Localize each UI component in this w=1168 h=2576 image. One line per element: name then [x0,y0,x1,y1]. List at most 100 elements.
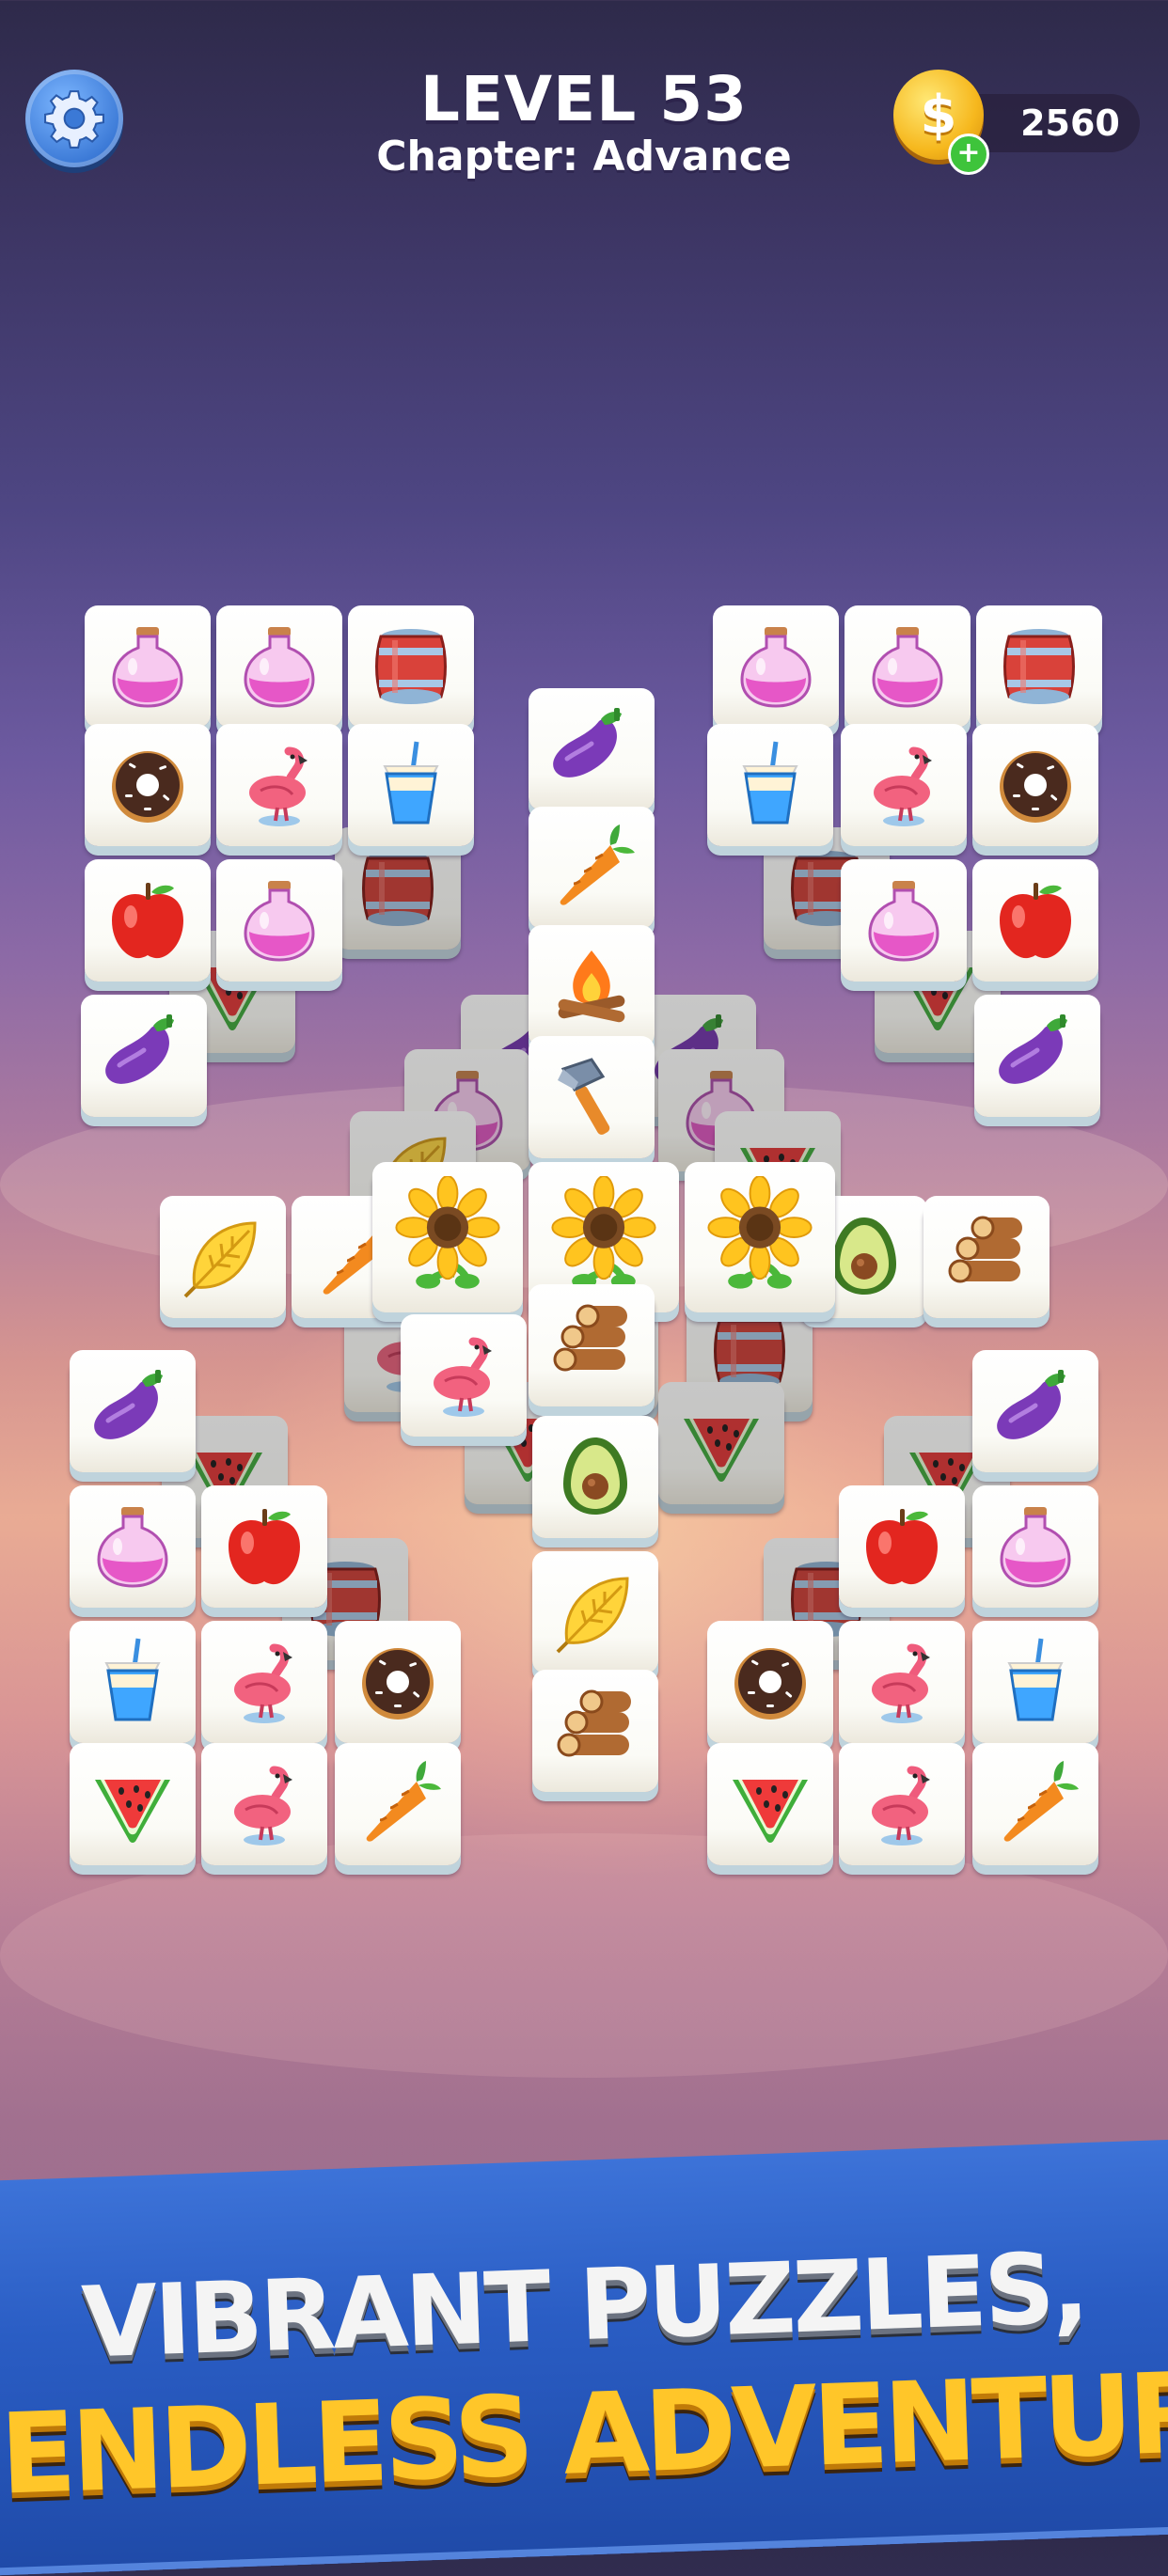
drink-icon [1007,1638,1064,1721]
tile-flamingo[interactable] [401,1314,527,1437]
flamingo-icon [872,1766,930,1846]
tile-apple[interactable] [839,1485,965,1608]
tile-potion[interactable] [70,1485,196,1608]
tile-flamingo[interactable] [839,1621,965,1743]
eggplant-icon [999,1014,1067,1084]
barrel-icon [1003,629,1075,704]
tile-eggplant[interactable] [972,1350,1098,1472]
tile-avocado[interactable] [532,1416,658,1538]
tile-drink[interactable] [972,1621,1098,1743]
tile-flamingo[interactable] [841,724,967,846]
tile-potion[interactable] [713,605,839,728]
watermelon-icon [95,1780,170,1843]
watermelon-icon [733,1780,808,1843]
carrot-icon [560,825,635,905]
carrot-icon [366,1761,441,1842]
carrot-icon [1003,1761,1079,1842]
tile-donut[interactable] [972,724,1098,846]
tile-sunflower[interactable] [685,1162,835,1312]
tile-hammer[interactable] [529,1036,655,1158]
eggplant-icon [997,1370,1065,1439]
logs-icon [948,1216,1022,1283]
flamingo-icon [234,1766,292,1846]
tile-logs[interactable] [529,1284,655,1406]
tile-flamingo[interactable] [201,1743,327,1865]
apple-icon [1000,883,1071,959]
campfire-icon [558,950,625,1023]
potion-icon [872,627,943,708]
tile-potion[interactable] [972,1485,1098,1608]
flamingo-icon [872,1643,930,1723]
donut-icon [734,1648,806,1720]
drink-icon [104,1638,161,1721]
tile-potion[interactable] [216,859,342,982]
flamingo-icon [234,1643,292,1723]
logs-icon [557,1689,631,1757]
tile-apple[interactable] [972,859,1098,982]
sunflower-icon [551,1176,656,1289]
tile-leaf[interactable] [160,1196,286,1318]
donut-icon [112,751,183,823]
tile-drink[interactable] [348,724,474,846]
tile-barrel[interactable] [976,605,1102,728]
potion-icon [740,627,812,708]
tile-logs[interactable] [532,1670,658,1792]
leaf-icon [183,1221,257,1298]
potion-icon [112,627,183,708]
tile-flamingo[interactable] [201,1621,327,1743]
eggplant-icon [94,1370,163,1439]
tile-potion[interactable] [841,859,967,982]
logs-icon [553,1304,627,1372]
avocado-icon [563,1437,627,1515]
tile-flamingo[interactable] [839,1743,965,1865]
tile-carrot[interactable] [529,807,655,929]
tile-drink[interactable] [70,1621,196,1743]
tile-eggplant[interactable] [529,688,655,810]
tile-carrot[interactable] [972,1743,1098,1865]
tile-watermelon[interactable] [70,1743,196,1865]
tile-leaf[interactable] [532,1551,658,1673]
flamingo-icon [434,1337,492,1417]
sunflower-icon [707,1176,813,1289]
tile-apple[interactable] [85,859,211,982]
tile-watermelon [658,1382,784,1504]
tile-drink[interactable] [707,724,833,846]
tile-potion[interactable] [844,605,971,728]
tile-eggplant[interactable] [974,995,1100,1117]
flamingo-icon [249,746,308,826]
tile-flamingo[interactable] [216,724,342,846]
eggplant-icon [553,708,622,778]
tile-watermelon[interactable] [707,1743,833,1865]
drink-icon [742,741,798,825]
drink-icon [383,741,439,825]
barrel-icon [375,629,447,704]
tile-potion[interactable] [85,605,211,728]
eggplant-icon [105,1014,174,1084]
donut-icon [1000,751,1071,823]
tile-campfire[interactable] [529,925,655,1047]
tile-carrot[interactable] [335,1743,461,1865]
tile-eggplant[interactable] [81,995,207,1117]
tile-sunflower[interactable] [372,1162,523,1312]
watermelon-icon [684,1419,759,1482]
tile-eggplant[interactable] [70,1350,196,1472]
tile-donut[interactable] [707,1621,833,1743]
flamingo-icon [874,746,932,826]
leaf-icon [556,1577,629,1654]
hammer-icon [558,1058,610,1135]
tile-donut[interactable] [335,1621,461,1743]
apple-icon [112,883,183,959]
tile-logs[interactable] [923,1196,1050,1318]
apple-icon [229,1509,300,1585]
barrel-icon [362,851,434,926]
sunflower-icon [395,1176,500,1289]
tile-barrel[interactable] [348,605,474,728]
potion-icon [868,881,939,962]
tile-apple[interactable] [201,1485,327,1608]
tile-donut[interactable] [85,724,211,846]
donut-icon [362,1648,434,1720]
apple-icon [866,1509,938,1585]
tile-potion[interactable] [216,605,342,728]
potion-icon [244,627,315,708]
potion-icon [97,1507,168,1588]
